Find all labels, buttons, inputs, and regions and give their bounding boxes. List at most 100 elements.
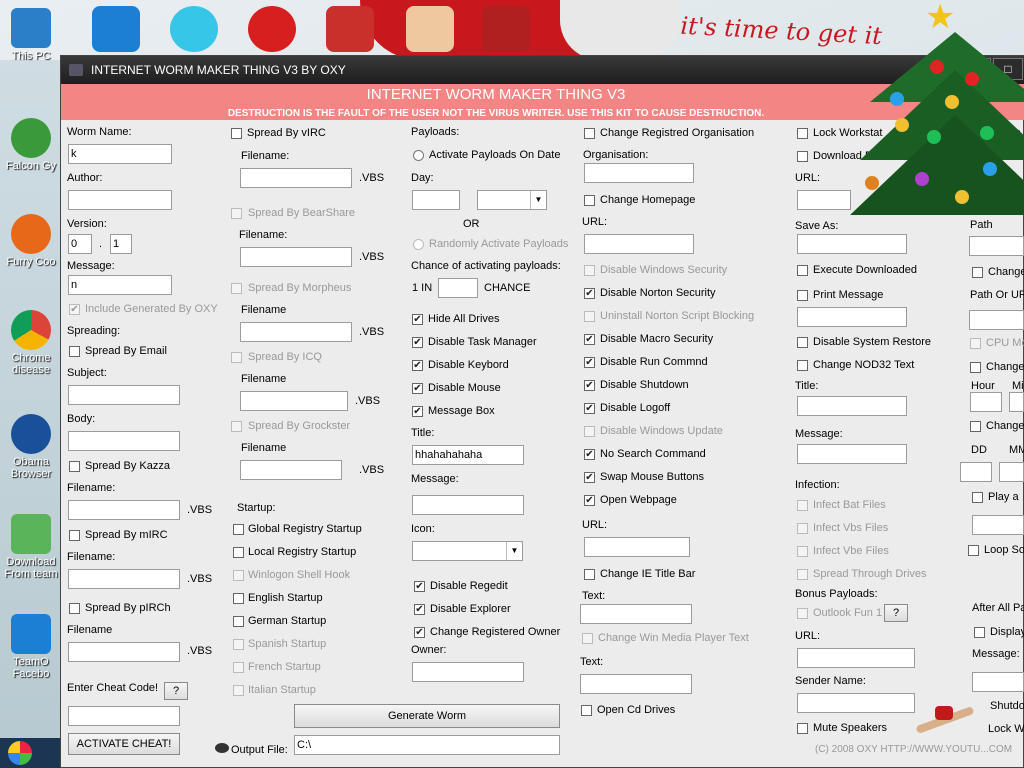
hide-all-drives-checkbox[interactable] [412,314,423,325]
loop-checkbox[interactable] [968,545,979,556]
spread-icq-checkbox[interactable] [231,352,242,363]
start-button[interactable] [0,738,60,768]
spread-pirch-checkbox[interactable] [69,603,80,614]
version-minor-input[interactable]: 1 [110,234,132,254]
hour-input[interactable] [970,392,1002,412]
pinball-icon[interactable] [248,6,296,52]
outlook-help-button[interactable]: ? [884,604,908,622]
open-cd-checkbox[interactable] [581,705,592,716]
day-input[interactable] [412,190,460,210]
dd-input[interactable] [960,462,992,482]
german-startup-checkbox[interactable] [233,616,244,627]
grokster-filename-input[interactable] [240,460,342,480]
pirch-filename-input[interactable] [68,642,180,662]
homepage-url-input[interactable] [584,234,694,254]
display-message-input[interactable] [972,672,1024,692]
output-file-input[interactable]: C:\ [294,735,560,755]
author-input[interactable] [68,190,172,210]
cheat-code-input[interactable] [68,706,180,726]
min-input[interactable] [1009,392,1024,412]
disable-regedit-checkbox[interactable] [414,581,425,592]
spread-email-checkbox[interactable] [69,346,80,357]
disable-norton-security-checkbox[interactable] [584,288,595,299]
change-org-checkbox[interactable] [584,128,595,139]
webpage-url-input[interactable] [584,537,690,557]
bearshare-filename-input[interactable] [240,247,352,267]
execute-downloaded-checkbox[interactable] [797,265,808,276]
spread-morpheus-checkbox[interactable] [231,283,242,294]
cheat-help-button[interactable]: ? [164,682,188,700]
path-input[interactable] [969,236,1024,256]
sender-name-input[interactable] [797,693,915,713]
desktop-icon-chrome[interactable]: Chrome disease [4,310,58,376]
print-message-checkbox[interactable] [797,290,808,301]
disable-macro-security-checkbox[interactable] [584,334,595,345]
print-message-input[interactable] [797,307,907,327]
disable-restore-checkbox[interactable] [797,337,808,348]
spread-virc-checkbox[interactable] [231,128,242,139]
morpheus-filename-input[interactable] [240,322,352,342]
gift-icon[interactable] [482,6,530,52]
cpu-checkbox[interactable] [970,338,981,349]
body-input[interactable] [68,431,180,451]
message-input[interactable]: n [68,275,172,295]
infect-vbe-files-checkbox[interactable] [797,546,808,557]
english-startup-checkbox[interactable] [233,593,244,604]
spread-grokster-checkbox[interactable] [231,421,242,432]
lock-workstation-checkbox[interactable] [797,128,808,139]
no-search-command-checkbox[interactable] [584,449,595,460]
spread-kazza-checkbox[interactable] [69,461,80,472]
desktop-icon-furry[interactable]: Furry Coo [4,214,58,268]
include-oxy-checkbox[interactable] [69,304,80,315]
desktop-icon-obama[interactable]: Obama Browser [4,414,58,480]
outlook-fun-checkbox[interactable] [797,608,808,619]
nod32-message-input[interactable] [797,444,907,464]
mirc-filename-input[interactable] [68,569,180,589]
activate-on-date-radio[interactable] [413,150,424,161]
kazza-filename-input[interactable] [68,500,180,520]
santa-game-icon[interactable] [406,6,454,52]
disable-keybord-checkbox[interactable] [412,360,423,371]
owner-input[interactable] [412,662,524,682]
nod32-title-input[interactable] [797,396,907,416]
download-file-checkbox[interactable] [797,151,808,162]
local-registry-startup-checkbox[interactable] [233,547,244,558]
spanish-startup-checkbox[interactable] [233,639,244,650]
disable-windows-update-checkbox[interactable] [584,426,595,437]
wmp-text-input[interactable] [580,674,692,694]
path-or-url-input[interactable] [969,310,1024,330]
italian-startup-checkbox[interactable] [233,685,244,696]
infect-vbs-files-checkbox[interactable] [797,523,808,534]
ie-text-input[interactable] [580,604,692,624]
spread-mirc-checkbox[interactable] [69,530,80,541]
winlogon-shell-hook-checkbox[interactable] [233,570,244,581]
angry-bird-icon[interactable] [326,6,374,52]
change-ie-title-checkbox[interactable] [584,569,595,580]
chance-input[interactable] [438,278,478,298]
disable-run-commnd-checkbox[interactable] [584,357,595,368]
disable-explorer-checkbox[interactable] [414,604,425,615]
save-as-input[interactable] [797,234,907,254]
disable-windows-security-checkbox[interactable] [584,265,595,276]
change-wmp-checkbox[interactable] [582,633,593,644]
french-startup-checkbox[interactable] [233,662,244,673]
worm-name-input[interactable]: k [68,144,172,164]
activate-cheat-button[interactable]: ACTIVATE CHEAT! [68,733,180,755]
random-activate-radio[interactable] [413,239,424,250]
change-registered-owner-checkbox[interactable] [414,627,425,638]
virc-filename-input[interactable] [240,168,352,188]
msgbox-title-input[interactable]: hhahahahaha [412,445,524,465]
change-homepage-checkbox[interactable] [584,195,595,206]
display-checkbox[interactable] [974,627,985,638]
diamond-icon[interactable] [170,6,218,52]
change1-checkbox[interactable] [972,267,983,278]
message-box-checkbox[interactable] [412,406,423,417]
change3-checkbox[interactable] [970,421,981,432]
infect-bat-files-checkbox[interactable] [797,500,808,511]
spread-through-drives-checkbox[interactable] [797,569,808,580]
bonus-url-input[interactable] [797,648,915,668]
icon-select[interactable]: ▼ [412,541,523,561]
play-input[interactable] [972,515,1024,535]
disable-shutdown-checkbox[interactable] [584,380,595,391]
month-select[interactable]: ▼ [477,190,547,210]
